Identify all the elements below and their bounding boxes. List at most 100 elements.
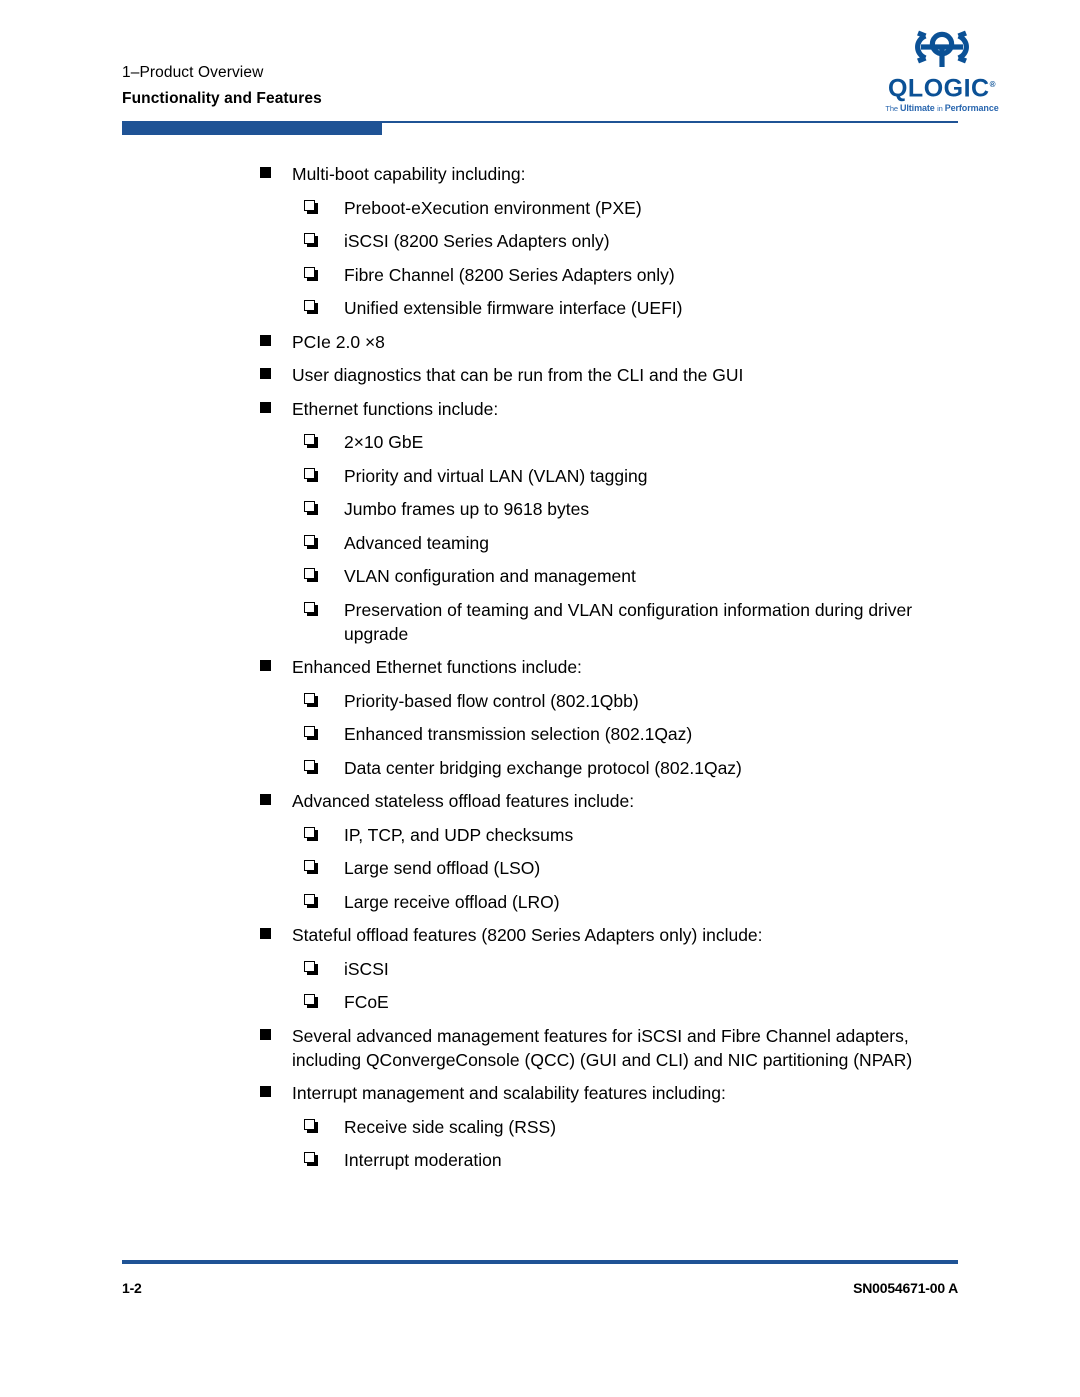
filled-square-bullet-icon [260,1028,271,1040]
sub-bullet-item: Receive side scaling (RSS) [0,1115,1080,1139]
list-item-label: Ethernet functions include: [292,398,499,419]
list-item-label: Interrupt moderation [344,1150,502,1170]
list-item-label: Large send offload (LSO) [344,858,541,878]
sub-bullet-item: Jumbo frames up to 9618 bytes [0,497,1080,521]
bullet-item: Enhanced Ethernet functions include: [0,655,1080,679]
sub-bullet-item: VLAN configuration and management [0,564,1080,588]
sub-bullet-item: Enhanced transmission selection (802.1Qa… [0,722,1080,746]
list-item-label: 2×10 GbE [344,432,424,452]
qlogic-mark-icon [915,30,969,67]
bullet-outline [304,199,315,211]
filled-square-bullet-icon [260,368,271,379]
filled-square-bullet-icon [260,794,271,805]
list-item-label: Data center bridging exchange protocol (… [344,757,742,778]
list-item-label: Priority and virtual LAN (VLAN) tagging [344,465,648,486]
page-header: 1–Product Overview Functionality and Fea… [0,0,1080,140]
filled-square-bullet-icon [260,660,271,671]
sub-bullet-item: Advanced teaming [0,531,1080,555]
sub-bullet-item: Priority-based flow control (802.1Qbb) [0,689,1080,713]
bullet-outline [304,994,315,1005]
sub-bullet-item: iSCSI (8200 Series Adapters only) [0,229,1080,253]
bullet-item: PCIe 2.0 ×8 [0,330,1080,354]
hollow-square-bullet-icon [304,266,319,282]
list-item-label: Jumbo frames up to 9618 bytes [344,499,590,519]
list-item-label: Unified extensible firmware interface (U… [344,298,683,318]
bullet-outline [304,1152,315,1163]
filled-square-bullet-icon [260,1086,271,1097]
registered-mark: ® [989,80,996,89]
sub-bullet-item: Priority and virtual LAN (VLAN) tagging [0,464,1080,488]
bullet-outline [304,434,315,445]
bullet-item: User diagnostics that can be run from th… [0,363,1080,387]
bullet-outline [304,266,315,278]
filled-square-bullet-icon [260,401,271,413]
header-chapter-title: 1–Product Overview [122,64,264,81]
list-item-label: User diagnostics that can be run from th… [292,365,744,385]
sub-bullet-item: Large send offload (LSO) [0,856,1080,880]
list-item-label: Interrupt management and scalability fea… [292,1083,726,1103]
bullet-item: Interrupt management and scalability fea… [0,1081,1080,1105]
hollow-square-bullet-icon [304,601,319,617]
list-item-label: FCoE [344,992,389,1012]
list-item-label: Advanced stateless offload features incl… [292,791,635,811]
hollow-square-bullet-icon [304,1118,319,1134]
bullet-outline [304,860,315,871]
bullet-outline [304,300,315,311]
hollow-square-bullet-icon [304,1152,319,1167]
filled-square-bullet-icon [260,928,271,939]
hollow-square-bullet-icon [304,434,319,449]
bullet-outline [304,501,315,512]
feature-list: Multi-boot capability including: Preboot-… [0,162,1080,1182]
qlogic-logo: QLOGIC® The Ultimate in Performance [882,30,1002,115]
footer-document-number: SN0054671-00 A [853,1280,958,1296]
hollow-square-bullet-icon [304,233,319,248]
sub-bullet-item: Unified extensible firmware interface (U… [0,296,1080,320]
sub-bullet-item: IP, TCP, and UDP checksums [0,823,1080,847]
list-item-label: PCIe 2.0 ×8 [292,331,385,352]
hollow-square-bullet-icon [304,994,319,1009]
bullet-outline [304,467,315,479]
filled-square-bullet-icon [260,334,271,346]
filled-square-bullet-icon [260,167,271,178]
list-item-label: Stateful offload features (8200 Series A… [292,925,763,945]
hollow-square-bullet-icon [304,300,319,315]
hollow-square-bullet-icon [304,501,319,516]
hollow-square-bullet-icon [304,759,319,775]
sub-bullet-item: Preboot-eXecution environment (PXE) [0,196,1080,220]
hollow-square-bullet-icon [304,568,319,583]
bullet-outline [304,1118,315,1130]
footer-page-number: 1-2 [122,1280,142,1296]
hollow-square-bullet-icon [304,726,319,741]
footer-rule [122,1260,958,1264]
sub-bullet-item: Preservation of teaming and VLAN configu… [0,598,1080,646]
bullet-outline [304,692,315,704]
list-item-label: Several advanced management features for… [292,1025,913,1070]
bullet-outline [304,568,315,579]
header-section-title: Functionality and Features [122,90,322,107]
list-item-label: Priority-based flow control (802.1Qbb) [344,690,639,711]
hollow-square-bullet-icon [304,467,319,483]
bullet-item: Stateful offload features (8200 Series A… [0,923,1080,947]
list-item-label: VLAN configuration and management [344,566,636,586]
hollow-square-bullet-icon [304,960,319,976]
list-item-label: iSCSI (8200 Series Adapters only) [344,231,610,251]
sub-bullet-item: iSCSI [0,957,1080,981]
list-item-label: Large receive offload (LRO) [344,891,560,912]
qlogic-tagline: The Ultimate in Performance [885,103,999,114]
bullet-item: Several advanced management features for… [0,1024,1080,1072]
hollow-square-bullet-icon [304,199,319,215]
sub-bullet-item: 2×10 GbE [0,430,1080,454]
sub-bullet-item: FCoE [0,990,1080,1014]
list-item-label: Preboot-eXecution environment (PXE) [344,197,642,218]
bullet-outline [304,601,315,613]
hollow-square-bullet-icon [304,860,319,875]
bullet-outline [304,893,315,905]
bullet-outline [304,759,315,771]
list-item-label: IP, TCP, and UDP checksums [344,824,574,845]
bullet-outline [304,233,315,244]
bullet-outline [304,534,315,546]
hollow-square-bullet-icon [304,692,319,708]
header-rule-thick [122,123,382,135]
sub-bullet-item: Interrupt moderation [0,1148,1080,1172]
list-item-label: Fibre Channel (8200 Series Adapters only… [344,264,675,285]
